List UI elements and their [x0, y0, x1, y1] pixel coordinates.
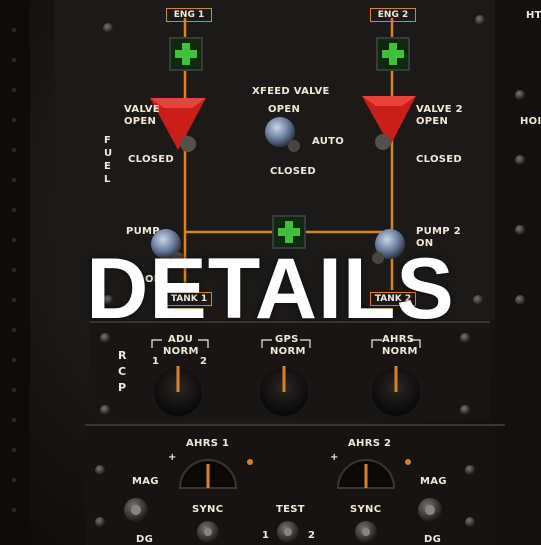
- mag-dg-toggle-right[interactable]: [418, 498, 442, 522]
- valve2-open-label: OPEN: [416, 116, 449, 127]
- test-toggle[interactable]: [277, 521, 299, 543]
- ahrs2-plus: +: [330, 452, 339, 463]
- sync1-toggle[interactable]: [197, 521, 219, 543]
- sync1-label: SYNC: [192, 504, 224, 515]
- ht-label: HT: [526, 10, 541, 21]
- ahrs-norm-label: NORM: [382, 346, 418, 357]
- mag-left-label: MAG: [132, 476, 159, 487]
- valve2-label: VALVE 2: [416, 104, 463, 115]
- valve2-closed-label: CLOSED: [416, 154, 462, 165]
- test-pos1: 1: [262, 530, 270, 541]
- adu-norm-label: NORM: [163, 346, 199, 357]
- test-pos2: 2: [308, 530, 316, 541]
- valve1-label: VALVE: [124, 104, 160, 115]
- adu-pos1: 1: [152, 356, 160, 367]
- eng1-flow-indicator: [169, 37, 203, 71]
- ahrs1-plus: +: [168, 452, 177, 463]
- hois-label: HOIS: [520, 116, 541, 127]
- cockpit-panel-photo: ENG 1 ENG 2 HT XFEED VALVE OPEN AUTO CLO…: [0, 0, 541, 545]
- adu-pos2: 2: [200, 356, 208, 367]
- sync2-label: SYNC: [350, 504, 382, 515]
- test-label: TEST: [276, 504, 305, 515]
- ahrs2-label: AHRS 2: [348, 438, 392, 449]
- valve1-open-label: OPEN: [124, 116, 157, 127]
- details-overlay-title: DETAILS: [86, 241, 455, 337]
- xfeed-open-label: OPEN: [268, 104, 301, 115]
- pump2-label: PUMP 2: [416, 226, 461, 237]
- xfeed-closed-label: CLOSED: [270, 166, 316, 177]
- eng2-label: ENG 2: [370, 8, 416, 22]
- xfeed-valve-label: XFEED VALVE: [252, 86, 330, 97]
- rcp-label: RCP: [118, 349, 127, 394]
- dg-right-label: DG: [424, 534, 442, 545]
- gps-norm-label: NORM: [270, 346, 306, 357]
- pump1-label: PUMP: [126, 226, 160, 237]
- mag-right-label: MAG: [420, 476, 447, 487]
- valve1-closed-label: CLOSED: [128, 154, 174, 165]
- sync2-toggle[interactable]: [355, 521, 377, 543]
- eng1-label: ENG 1: [166, 8, 212, 22]
- xfeed-auto-label: AUTO: [312, 136, 345, 147]
- dg-left-label: DG: [136, 534, 154, 545]
- ahrs1-label: AHRS 1: [186, 438, 230, 449]
- eng2-flow-indicator: [376, 37, 410, 71]
- fuel-label: FUEL: [104, 135, 113, 185]
- mag-dg-toggle-left[interactable]: [124, 498, 148, 522]
